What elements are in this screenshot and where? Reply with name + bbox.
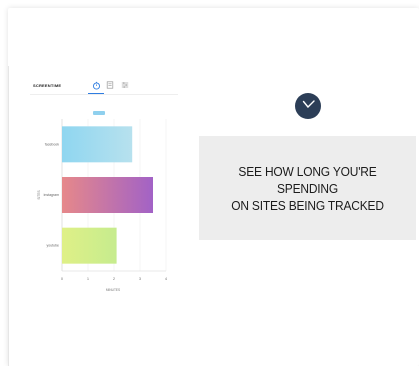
stopwatch-icon: [92, 81, 100, 90]
bar-instagram: [62, 177, 153, 213]
popup-title: SCREENTIME: [33, 83, 62, 88]
x-tick-label: 3: [139, 277, 141, 281]
x-tick-label: 2: [113, 277, 115, 281]
x-tick-label: 0: [61, 277, 63, 281]
feature-description-box: SEE HOW LONG YOU'RE SPENDING ON SITES BE…: [199, 136, 416, 240]
extension-popup-preview: SCREENTIME 0 1 2 3 4 facebook instagram youtube…: [30, 73, 178, 295]
clock-icon-wrap: [294, 92, 322, 120]
timer-tab[interactable]: [90, 79, 102, 91]
legend-swatch: [93, 111, 105, 115]
popup-divider: [30, 94, 178, 95]
y-tick-label: facebook: [45, 142, 59, 146]
y-tick-label: youtube: [47, 244, 60, 248]
y-axis-title: SITES: [37, 190, 41, 199]
list-icon: [106, 81, 114, 89]
x-tick-label: 4: [165, 277, 167, 281]
x-axis-title: MINUTES: [106, 288, 120, 292]
screentime-bar-chart: 0 1 2 3 4 facebook instagram youtube SITES MINUTE…: [37, 111, 167, 292]
sliders-icon: [121, 82, 129, 88]
settings-tab[interactable]: [119, 79, 131, 91]
y-tick-label: instagram: [44, 193, 59, 197]
list-tab[interactable]: [104, 79, 116, 91]
clock-icon: [295, 93, 321, 119]
bar-facebook: [62, 126, 133, 163]
card-divider: [8, 66, 9, 366]
feature-description: SEE HOW LONG YOU'RE SPENDING ON SITES BE…: [231, 163, 384, 213]
bar-youtube: [62, 227, 117, 264]
x-tick-label: 1: [87, 277, 89, 281]
